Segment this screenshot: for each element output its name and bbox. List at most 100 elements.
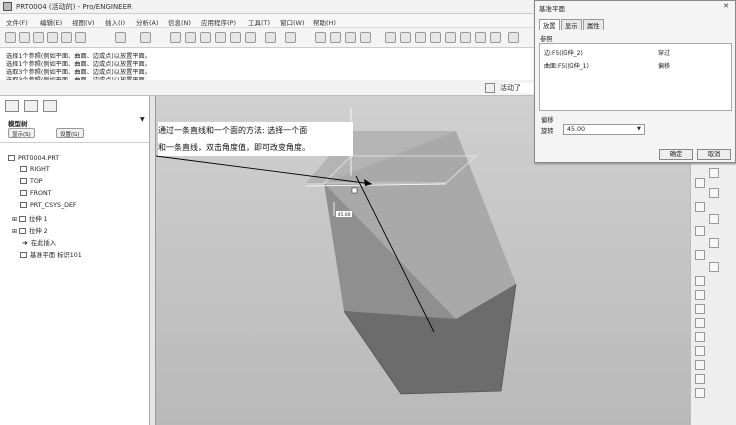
datum-plane-tool-icon[interactable] (709, 168, 719, 178)
trim-tool-icon[interactable] (695, 388, 705, 398)
merge-tool-icon[interactable] (695, 374, 705, 384)
pattern-tool-icon[interactable] (695, 346, 705, 356)
sketch-tool-icon[interactable] (709, 188, 719, 198)
chevron-down-icon[interactable]: ▼ (140, 116, 145, 123)
tree-item-root[interactable]: PRT0004.PRT (8, 155, 59, 162)
filter-icon[interactable] (265, 32, 276, 43)
menu-tools[interactable]: 工具(T) (248, 17, 270, 27)
reference-constraint[interactable]: 偏移 (658, 61, 670, 70)
email-icon[interactable] (61, 32, 72, 43)
toolbar (0, 28, 536, 48)
round-tool-icon[interactable] (695, 318, 705, 328)
saved-views-icon[interactable] (460, 32, 471, 43)
tab-properties[interactable]: 属性 (583, 19, 604, 30)
chevron-down-icon[interactable]: ▼ (637, 126, 641, 132)
tree-item-front[interactable]: FRONT (20, 190, 52, 197)
tree-item-right[interactable]: RIGHT (20, 166, 50, 173)
reference-name[interactable]: 曲面:F5(拉伸_1) (544, 61, 589, 70)
tree-item-csys[interactable]: PRT_CSYS_DEF (20, 202, 77, 209)
window-title: PRT0004 (活动的) - Pro/ENGINEER (16, 3, 132, 11)
send-icon[interactable] (75, 32, 86, 43)
reference-constraint[interactable]: 穿过 (658, 48, 670, 57)
print-icon[interactable] (47, 32, 58, 43)
menu-edit[interactable]: 编辑(E) (40, 17, 62, 27)
datum-axis-tool-icon[interactable] (695, 178, 705, 188)
expand-icon[interactable]: ⊞ (12, 216, 17, 223)
extrude-icon (19, 228, 27, 234)
menu-view[interactable]: 视图(V) (72, 17, 95, 27)
reference-name[interactable]: 边:F5(拉伸_2) (544, 48, 583, 57)
tree-item-extrude-2[interactable]: ⊞ 拉伸 2 (12, 226, 48, 235)
shell-tool-icon[interactable] (695, 276, 705, 286)
refit-icon[interactable] (430, 32, 441, 43)
tree-item-insert-here[interactable]: ➜ 在此插入 (22, 238, 56, 247)
annotation-line: 通过一条直线和一个面的方法: 选择一个面 (158, 126, 308, 135)
cut-icon[interactable] (170, 32, 181, 43)
mirror-tool-icon[interactable] (695, 360, 705, 370)
revolve-tool-icon[interactable] (709, 238, 719, 248)
rotation-input[interactable]: 45.00 (563, 124, 645, 135)
tree-item-top[interactable]: TOP (20, 178, 43, 185)
layers-icon[interactable] (475, 32, 486, 43)
selection-box-icon[interactable] (285, 32, 296, 43)
tree-item-label: 基准平面 标识101 (30, 252, 82, 259)
paste-special-icon[interactable] (215, 32, 226, 43)
folder-browser-tab-icon[interactable] (24, 100, 38, 112)
reorient-icon[interactable] (445, 32, 456, 43)
references-list[interactable]: 边:F5(拉伸_2) 穿过 曲面:F5(拉伸_1) 偏移 (539, 43, 732, 111)
zoom-out-icon[interactable] (415, 32, 426, 43)
extrude-tool-icon[interactable] (695, 226, 705, 236)
paste-icon[interactable] (200, 32, 211, 43)
menu-help[interactable]: 帮助(H) (313, 17, 336, 27)
tree-item-extrude-1[interactable]: ⊞ 拉伸 1 (12, 214, 48, 223)
redo-icon[interactable] (140, 32, 151, 43)
hole-tool-icon[interactable] (709, 262, 719, 272)
menu-analysis[interactable]: 分析(A) (136, 17, 159, 27)
zoom-in-icon[interactable] (400, 32, 411, 43)
menu-window[interactable]: 窗口(W) (280, 17, 305, 27)
menu-insert[interactable]: 插入(I) (105, 17, 125, 27)
tree-item-label: TOP (30, 178, 43, 185)
sketch-icon[interactable] (315, 32, 326, 43)
undo-icon[interactable] (115, 32, 126, 43)
tree-item-label: PRT_CSYS_DEF (30, 202, 77, 209)
regenerate-icon[interactable] (230, 32, 241, 43)
draft-tool-icon[interactable] (695, 304, 705, 314)
dialog-title: 基准平面 (539, 5, 565, 13)
csys-tool-icon[interactable] (709, 214, 719, 224)
orient-icon[interactable] (345, 32, 356, 43)
model-tree-tab-icon[interactable] (5, 100, 19, 112)
rib-tool-icon[interactable] (695, 290, 705, 300)
new-icon[interactable] (5, 32, 16, 43)
ok-button[interactable]: 确定 (659, 149, 693, 160)
save-icon[interactable] (33, 32, 44, 43)
shading-icon[interactable] (490, 32, 501, 43)
repaint-icon[interactable] (385, 32, 396, 43)
view-manager-icon[interactable] (508, 32, 519, 43)
close-icon[interactable]: ✕ (720, 2, 732, 12)
cancel-button[interactable]: 取消 (697, 149, 731, 160)
open-icon[interactable] (19, 32, 30, 43)
sweep-tool-icon[interactable] (695, 250, 705, 260)
dimension-label[interactable]: 45.00 (338, 212, 351, 218)
find-icon[interactable] (245, 32, 256, 43)
model-tree-panel: 模型树 ▼ 显示(S) 设置(G) PRT0004.PRT RIGHT TOP … (0, 96, 150, 425)
menu-applications[interactable]: 应用程序(P) (201, 17, 236, 27)
drag-handle[interactable] (351, 187, 358, 194)
favorites-tab-icon[interactable] (43, 100, 57, 112)
menu-info[interactable]: 信息(N) (168, 17, 191, 27)
status-text: 活动了 (500, 83, 538, 93)
settings-button[interactable]: 设置(G) (56, 128, 84, 138)
datum-point-tool-icon[interactable] (695, 202, 705, 212)
menu-file[interactable]: 文件(F) (6, 17, 28, 27)
chamfer-tool-icon[interactable] (695, 332, 705, 342)
status-lock-icon[interactable] (485, 83, 495, 93)
show-button[interactable]: 显示(S) (8, 128, 35, 138)
tab-placement[interactable]: 放置 (539, 19, 560, 30)
tab-display[interactable]: 显示 (561, 19, 582, 30)
spin-icon[interactable] (330, 32, 341, 43)
tree-item-datum-plane[interactable]: 基准平面 标识101 (20, 250, 82, 259)
copy-icon[interactable] (185, 32, 196, 43)
expand-icon[interactable]: ⊞ (12, 228, 17, 235)
appearance-icon[interactable] (360, 32, 371, 43)
